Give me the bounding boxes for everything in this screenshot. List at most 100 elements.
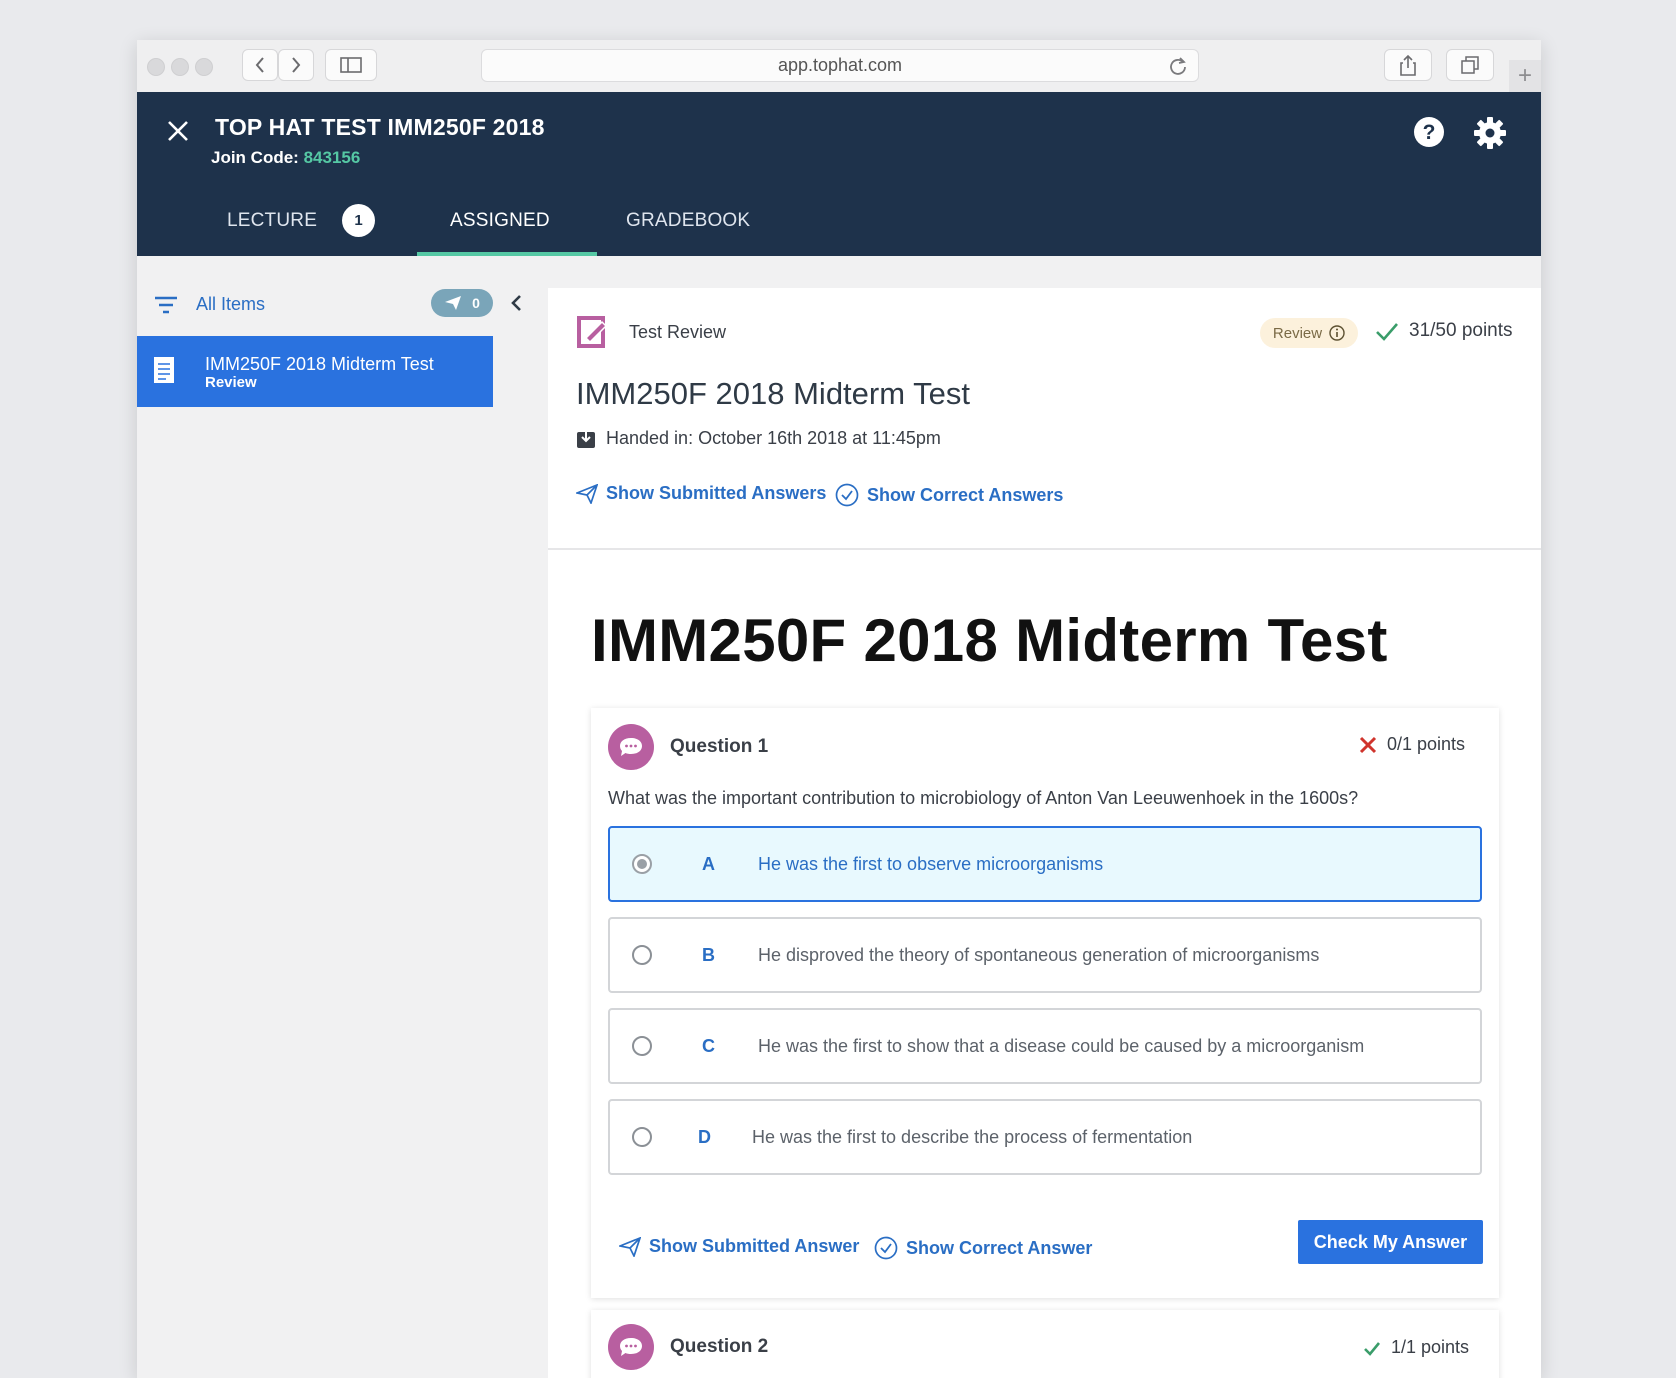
filter-icon[interactable] [154, 296, 178, 314]
forward-button[interactable] [278, 49, 314, 81]
tab-gradebook[interactable]: GRADEBOOK [626, 210, 750, 232]
sidebar: All Items 0 IMM250F 2018 Midterm Test Re… [137, 256, 548, 1378]
browser-window: app.tophat.com + TOP HAT TEST IMM250F 20… [137, 40, 1541, 1378]
tabs-overview-button[interactable] [1446, 49, 1494, 81]
course-title: TOP HAT TEST IMM250F 2018 [215, 114, 545, 140]
url-text: app.tophat.com [777, 55, 903, 75]
plus-icon: + [1517, 62, 1532, 89]
show-correct-answers-link[interactable]: Show Correct Answers [835, 483, 1063, 507]
chevron-left-icon[interactable] [509, 293, 523, 313]
checkmark-icon [1376, 323, 1398, 341]
help-icon[interactable]: ? [1413, 116, 1445, 148]
chevron-right-icon [292, 57, 301, 73]
address-bar[interactable]: app.tophat.com [481, 49, 1199, 82]
answer-option-b[interactable]: B He disproved the theory of spontaneous… [608, 917, 1482, 993]
join-code-line: Join Code: 843156 [211, 148, 360, 168]
edit-document-icon [577, 316, 608, 348]
checkmark-icon [1364, 1341, 1381, 1356]
question-points-value: 1/1 points [1391, 1337, 1470, 1357]
minimize-window-dot[interactable] [171, 58, 189, 76]
new-tab-button[interactable]: + [1509, 60, 1541, 92]
question-points-value: 0/1 points [1387, 734, 1466, 754]
sidebar-icon [340, 57, 362, 73]
check-my-answer-button[interactable]: Check My Answer [1298, 1220, 1483, 1264]
submissions-pill[interactable]: 0 [431, 289, 493, 317]
answer-option-a[interactable]: A He was the first to observe microorgan… [608, 826, 1482, 902]
option-letter: D [698, 1127, 711, 1147]
chevron-left-icon [255, 57, 264, 73]
back-button[interactable] [242, 49, 278, 81]
join-code-label: Join Code: [211, 148, 299, 167]
join-code-value: 843156 [303, 148, 361, 167]
question-label: Question 1 [670, 736, 769, 757]
show-submitted-answer-label: Show Submitted Answer [649, 1236, 860, 1256]
handed-in-line: Handed in: October 16th 2018 at 11:45pm [576, 428, 941, 449]
reload-icon[interactable] [1168, 56, 1188, 76]
review-badge-label: Review [1272, 324, 1323, 342]
question-label: Question 2 [670, 1336, 769, 1357]
sidebar-item-midterm-test[interactable]: IMM250F 2018 Midterm Test Review [137, 336, 493, 407]
test-title: IMM250F 2018 Midterm Test [591, 607, 1388, 674]
tab-lecture[interactable]: LECTURE [227, 210, 317, 232]
chat-bubble-icon [608, 724, 654, 770]
close-window-dot[interactable] [147, 58, 165, 76]
handed-in-text: Handed in: October 16th 2018 at 11:45pm [606, 428, 941, 448]
document-icon [154, 357, 174, 383]
check-circle-icon [835, 483, 859, 507]
all-items-filter[interactable]: All Items [196, 294, 265, 315]
tab-assigned[interactable]: ASSIGNED [450, 210, 550, 232]
check-circle-icon [874, 1236, 898, 1260]
radio-button[interactable] [632, 854, 652, 874]
lecture-count-badge: 1 [342, 204, 375, 237]
answer-option-d[interactable]: D He was the first to describe the proce… [608, 1099, 1482, 1175]
question-card: Question 1 0/1 points What was the impor… [591, 708, 1499, 1298]
option-text: He was the first to show that a disease … [758, 1036, 1365, 1056]
sidebar-item-subtitle: Review [205, 374, 257, 391]
option-letter: B [702, 945, 715, 965]
browser-toolbar: app.tophat.com + [137, 40, 1541, 93]
close-icon[interactable] [167, 120, 189, 142]
sidebar-item-title: IMM250F 2018 Midterm Test [205, 354, 434, 374]
cross-icon [1359, 736, 1377, 753]
question-points: 1/1 points [1363, 1337, 1469, 1358]
show-correct-answer-link[interactable]: Show Correct Answer [874, 1236, 1092, 1260]
show-submitted-answer-link[interactable]: Show Submitted Answer [619, 1236, 859, 1257]
question-text: What was the important contribution to m… [608, 788, 1359, 808]
review-status-badge[interactable]: Review [1260, 318, 1358, 348]
inbox-download-icon [577, 431, 595, 448]
main-content: Test Review Review 31/50 points IMM250F … [548, 288, 1541, 1378]
question-card: Question 2 1/1 points [591, 1310, 1499, 1378]
paper-plane-icon [445, 296, 462, 310]
question-points: 0/1 points [1359, 734, 1465, 755]
share-button[interactable] [1384, 49, 1432, 81]
paper-plane-icon [619, 1236, 641, 1257]
radio-button[interactable] [632, 945, 652, 965]
radio-button[interactable] [632, 1036, 652, 1056]
svg-text:?: ? [1423, 121, 1436, 144]
tabs-icon [1461, 56, 1479, 74]
radio-button[interactable] [632, 1127, 652, 1147]
total-score: 31/50 points [1375, 320, 1513, 342]
paper-plane-icon [576, 483, 598, 504]
review-title: IMM250F 2018 Midterm Test [576, 376, 970, 411]
option-letter: C [702, 1036, 715, 1056]
submission-count: 0 [472, 295, 480, 311]
review-header: Test Review Review 31/50 points IMM250F … [548, 288, 1541, 550]
zoom-window-dot[interactable] [195, 58, 213, 76]
gear-icon[interactable] [1473, 116, 1507, 150]
sidebar-toggle-button[interactable] [325, 49, 377, 81]
show-submitted-answers-label: Show Submitted Answers [606, 483, 827, 503]
option-letter: A [702, 854, 715, 874]
info-icon [1329, 325, 1345, 341]
show-correct-answer-label: Show Correct Answer [906, 1237, 1093, 1258]
total-score-value: 31/50 points [1409, 320, 1513, 341]
chat-bubble-icon [608, 1324, 654, 1370]
option-text: He was the first to describe the process… [752, 1127, 1193, 1147]
answer-option-c[interactable]: C He was the first to show that a diseas… [608, 1008, 1482, 1084]
option-text: He disproved the theory of spontaneous g… [758, 945, 1320, 965]
share-icon [1400, 54, 1416, 76]
show-correct-answers-label: Show Correct Answers [867, 484, 1064, 505]
show-submitted-answers-link[interactable]: Show Submitted Answers [576, 483, 826, 504]
course-header: TOP HAT TEST IMM250F 2018 Join Code: 843… [137, 92, 1541, 256]
review-type-label: Test Review [629, 322, 727, 342]
